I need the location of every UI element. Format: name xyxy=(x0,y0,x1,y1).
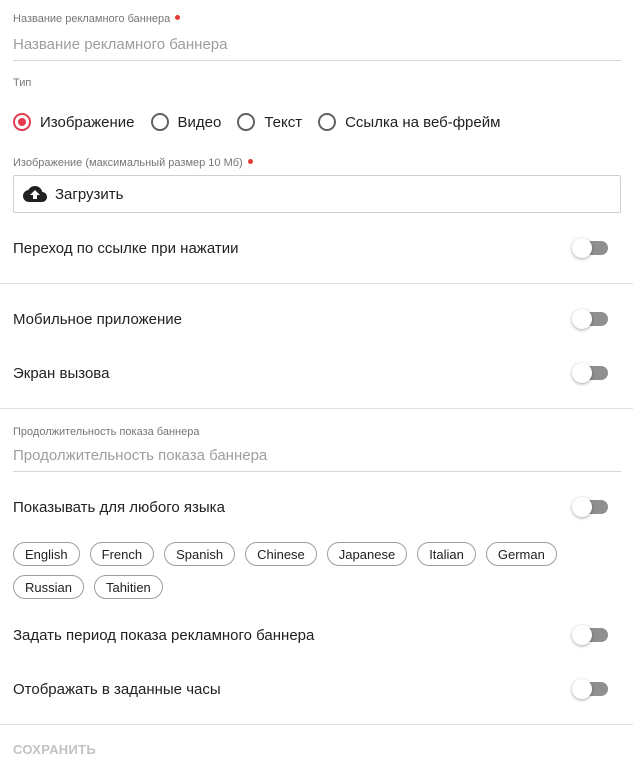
divider xyxy=(0,724,633,725)
upload-button[interactable]: Загрузить xyxy=(13,175,621,213)
follow-link-toggle[interactable] xyxy=(572,236,610,260)
mobile-app-label: Мобильное приложение xyxy=(13,311,182,328)
language-chip[interactable]: Chinese xyxy=(245,542,317,566)
language-chip[interactable]: English xyxy=(13,542,80,566)
toggle-thumb xyxy=(572,679,592,699)
toggle-thumb xyxy=(572,363,592,383)
call-screen-label: Экран вызова xyxy=(13,365,110,382)
call-screen-toggle[interactable] xyxy=(572,361,610,385)
hours-label: Отображать в заданные часы xyxy=(13,681,221,698)
set-period-toggle[interactable] xyxy=(572,623,610,647)
radio-text[interactable]: Текст xyxy=(237,113,302,131)
toggle-thumb xyxy=(572,497,592,517)
language-chip[interactable]: Russian xyxy=(13,575,84,599)
language-chip[interactable]: Japanese xyxy=(326,542,408,566)
language-chip[interactable]: German xyxy=(485,542,557,566)
mobile-app-toggle[interactable] xyxy=(572,307,610,331)
duration-underline xyxy=(13,471,621,472)
radio-webframe-label: Ссылка на веб-фрейм xyxy=(345,113,501,131)
any-language-toggle[interactable] xyxy=(572,495,610,519)
toggle-thumb xyxy=(572,238,592,258)
radio-text-circle xyxy=(237,113,256,131)
upload-label: Загрузить xyxy=(55,185,124,203)
required-indicator xyxy=(247,159,253,164)
banner-name-underline xyxy=(13,60,621,61)
radio-image-circle xyxy=(13,113,31,131)
radio-video-label: Видео xyxy=(177,113,222,131)
set-period-label: Задать период показа рекламного баннера xyxy=(13,627,315,644)
toggle-thumb xyxy=(572,625,592,645)
type-radio-group: Изображение Видео Текст Ссылка на веб-фр… xyxy=(13,113,516,131)
toggle-thumb xyxy=(572,309,592,329)
required-indicator xyxy=(175,15,181,20)
radio-webframe[interactable]: Ссылка на веб-фрейм xyxy=(318,113,500,131)
radio-video[interactable]: Видео xyxy=(150,113,222,131)
hours-toggle[interactable] xyxy=(572,677,610,701)
language-chip[interactable]: Spanish xyxy=(164,542,236,566)
language-chip[interactable]: Tahitien xyxy=(93,575,163,599)
divider xyxy=(0,283,633,284)
language-chip[interactable]: French xyxy=(89,542,155,566)
type-label: Тип xyxy=(13,77,32,89)
image-label: Изображение (максимальный размер 10 Мб) xyxy=(13,157,253,169)
duration-label: Продолжительность показа баннера xyxy=(13,426,200,438)
save-button[interactable]: СОХРАНИТЬ xyxy=(13,742,96,757)
banner-name-input[interactable] xyxy=(13,33,621,55)
banner-name-label: Название рекламного баннера xyxy=(13,13,181,25)
radio-text-label: Текст xyxy=(264,113,303,131)
radio-image[interactable]: Изображение xyxy=(13,113,135,131)
language-chips: English French Spanish Chinese Japanese … xyxy=(13,542,613,608)
divider xyxy=(0,408,633,409)
radio-video-circle xyxy=(150,113,169,131)
radio-webframe-circle xyxy=(318,113,337,131)
cloud-upload-icon xyxy=(23,182,47,206)
follow-link-label: Переход по ссылке при нажатии xyxy=(13,240,239,257)
language-chip[interactable]: Italian xyxy=(417,542,476,566)
radio-image-label: Изображение xyxy=(40,113,135,131)
any-language-label: Показывать для любого языка xyxy=(13,499,225,516)
duration-input[interactable] xyxy=(13,444,621,466)
